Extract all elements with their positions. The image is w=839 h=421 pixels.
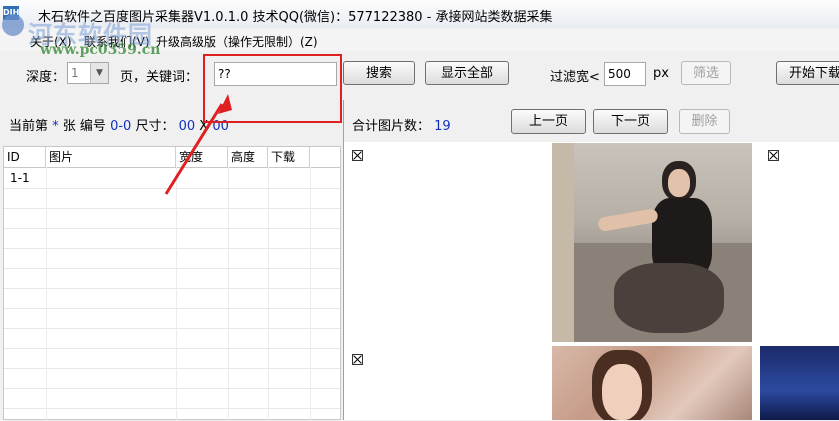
gallery-image[interactable] xyxy=(760,346,839,420)
depth-value: 1 xyxy=(71,66,79,80)
gallery-image[interactable] xyxy=(552,346,752,420)
prev-page-button[interactable]: 上一页 xyxy=(511,109,586,134)
filter-width-input[interactable] xyxy=(604,62,646,86)
col-header-download[interactable]: 下载 xyxy=(268,147,310,167)
unit-label: 张 编号 xyxy=(62,119,106,134)
row-id: 1-1 xyxy=(10,171,30,185)
current-label: 当前第 xyxy=(9,119,49,134)
col-header-image[interactable]: 图片 xyxy=(46,147,176,167)
next-page-button[interactable]: 下一页 xyxy=(593,109,668,134)
broken-image-icon[interactable] xyxy=(352,354,363,365)
delete-button[interactable]: 删除 xyxy=(679,109,730,134)
depth-label: 深度： xyxy=(26,70,66,85)
annotation-arrow-icon xyxy=(164,94,232,195)
show-all-button[interactable]: 显示全部 xyxy=(425,61,509,85)
current-value: * xyxy=(52,119,59,134)
col-header-id[interactable]: ID xyxy=(4,147,46,167)
filter-width-label: 过滤宽< xyxy=(550,70,600,85)
menu-upgrade[interactable]: 升级高级版（操作无限制）(Z) xyxy=(156,33,318,50)
broken-image-icon[interactable] xyxy=(352,150,363,161)
filter-button[interactable]: 筛选 xyxy=(681,61,731,85)
page-keyword-label: 页，关键词： xyxy=(120,70,199,85)
broken-image-icon[interactable] xyxy=(768,150,779,161)
number-value: 0-0 xyxy=(110,119,132,134)
px-label: px xyxy=(653,66,669,81)
start-download-button[interactable]: 开始下载 xyxy=(776,61,839,85)
watermark-logo-icon xyxy=(2,14,24,36)
right-info-header: 合计图片数： 19 xyxy=(352,115,451,134)
gallery-image[interactable] xyxy=(552,143,752,342)
total-value: 19 xyxy=(434,119,451,134)
search-button[interactable]: 搜索 xyxy=(343,61,415,85)
chevron-down-icon[interactable]: ▼ xyxy=(90,63,108,83)
depth-select[interactable]: 1 ▼ xyxy=(67,62,109,84)
watermark-url: www.pc0359.cn xyxy=(40,42,161,58)
total-label: 合计图片数： xyxy=(352,119,431,134)
